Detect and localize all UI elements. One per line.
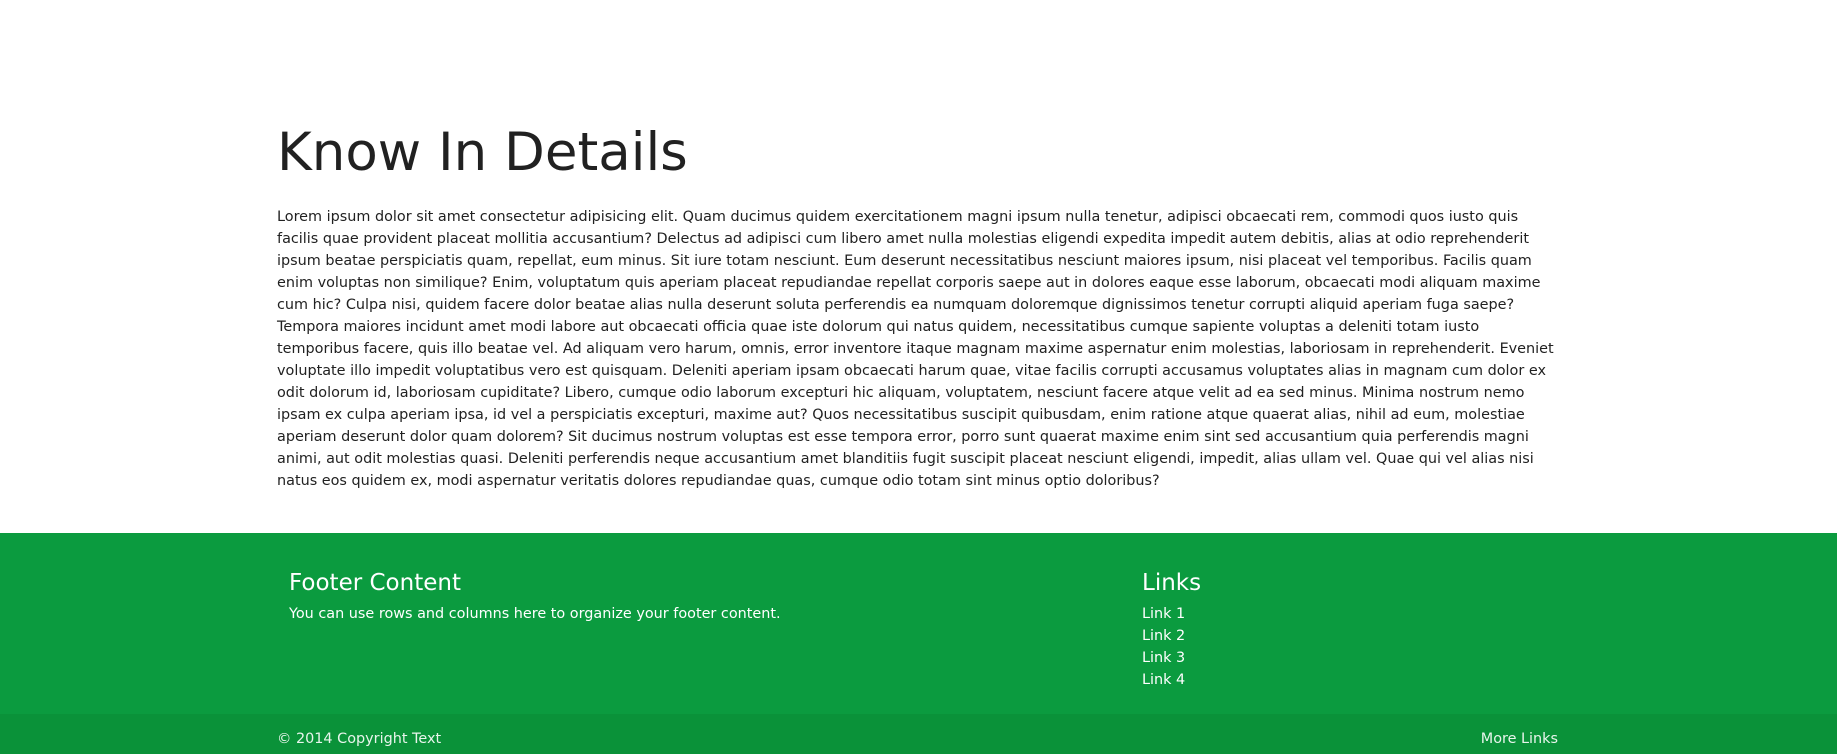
copyright-text: © 2014 Copyright Text xyxy=(277,731,442,747)
footer-link-item: Link 3 xyxy=(1142,647,1542,669)
page: Know In Details Lorem ipsum dolor sit am… xyxy=(0,0,1837,754)
footer-link-item: Link 1 xyxy=(1142,603,1542,625)
page-title: Know In Details xyxy=(277,122,688,183)
footer-link-item: Link 2 xyxy=(1142,625,1542,647)
footer-link-1[interactable]: Link 1 xyxy=(1142,606,1185,622)
footer-link-3[interactable]: Link 3 xyxy=(1142,650,1185,666)
footer-content-title: Footer Content xyxy=(289,570,461,596)
footer-link-item: Link 4 xyxy=(1142,669,1542,691)
footer-links-column: Links Link 1 Link 2 Link 3 Link 4 xyxy=(1142,567,1542,691)
footer-copyright-bar: © 2014 Copyright Text More Links xyxy=(0,714,1837,754)
more-links-link[interactable]: More Links xyxy=(1481,728,1558,750)
footer-content-text: You can use rows and columns here to org… xyxy=(289,606,781,622)
footer-links-list: Link 1 Link 2 Link 3 Link 4 xyxy=(1142,603,1542,691)
body-paragraph: Lorem ipsum dolor sit amet consectetur a… xyxy=(277,209,1554,489)
main-content: Know In Details Lorem ipsum dolor sit am… xyxy=(277,120,1559,492)
footer-link-4[interactable]: Link 4 xyxy=(1142,672,1185,688)
footer-content-column: Footer Content You can use rows and colu… xyxy=(289,567,989,625)
footer-links-title: Links xyxy=(1142,570,1202,596)
footer-link-2[interactable]: Link 2 xyxy=(1142,628,1185,644)
